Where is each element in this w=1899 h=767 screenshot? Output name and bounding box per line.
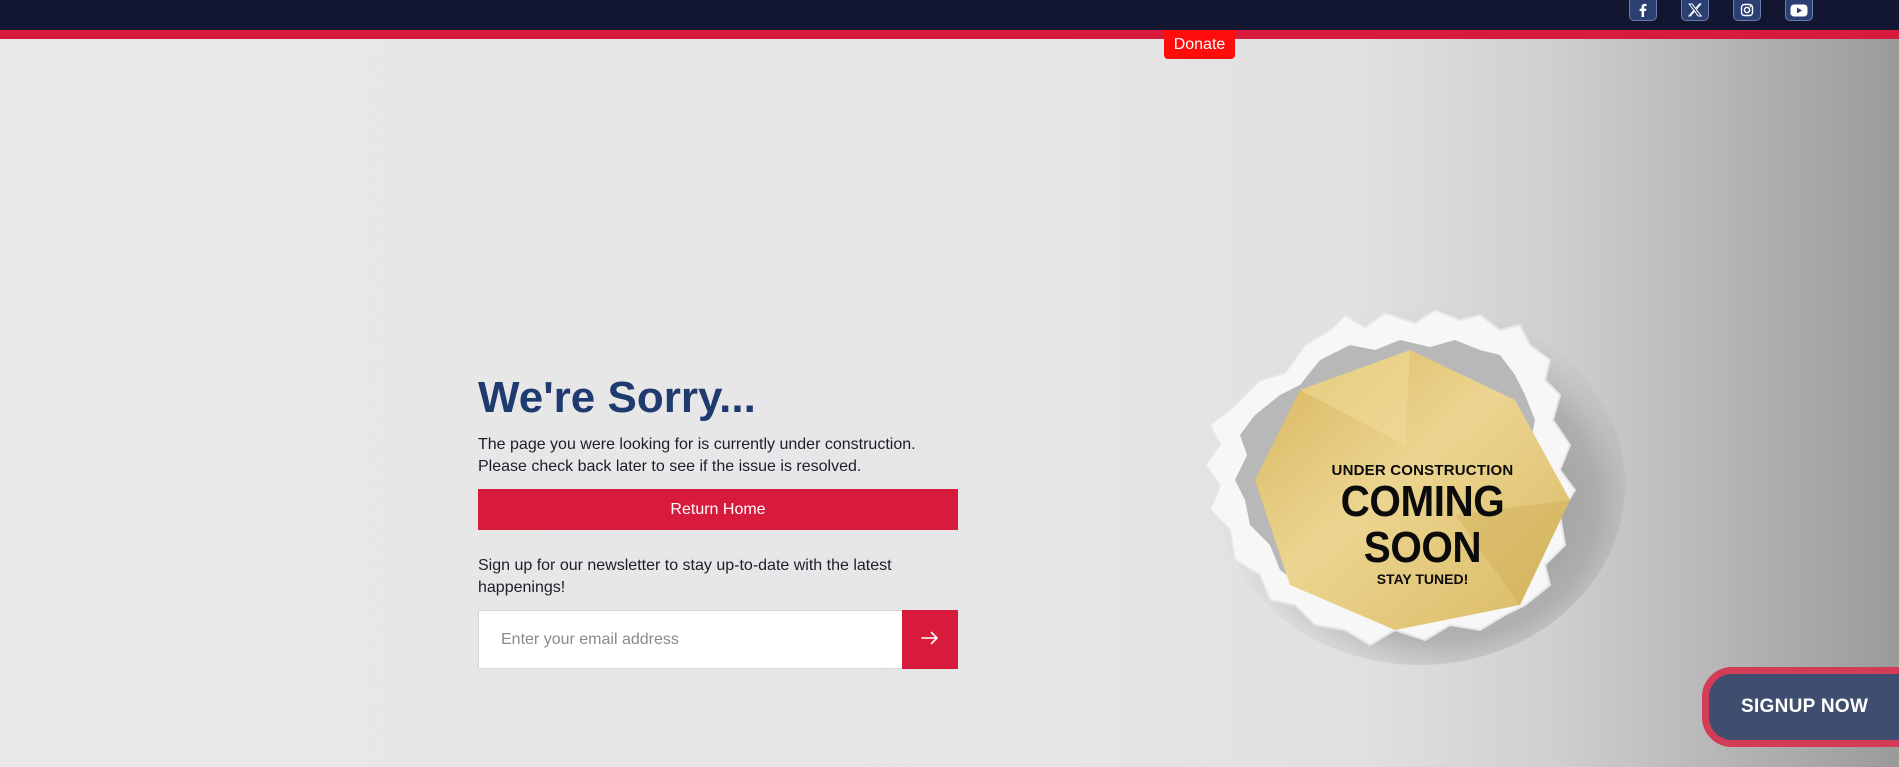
youtube-icon — [1790, 4, 1808, 17]
coming-soon-label: COMING SOON — [1340, 477, 1505, 572]
page-title: We're Sorry... — [478, 373, 756, 422]
accent-stripe — [0, 30, 1899, 39]
instagram-icon — [1740, 3, 1754, 17]
youtube-link[interactable] — [1785, 0, 1813, 21]
facebook-icon — [1637, 3, 1649, 17]
top-bar — [0, 0, 1899, 30]
signup-now-button[interactable]: SIGNUP NOW — [1702, 667, 1899, 747]
email-input[interactable] — [478, 610, 902, 669]
return-home-button[interactable]: Return Home — [478, 489, 958, 530]
instagram-link[interactable] — [1733, 0, 1761, 21]
x-link[interactable] — [1681, 0, 1709, 21]
x-icon — [1688, 3, 1702, 17]
newsletter-submit-button[interactable] — [902, 610, 958, 669]
page-description: The page you were looking for is current… — [478, 436, 916, 475]
stay-tuned-label: STAY TUNED! — [1376, 571, 1469, 587]
arrow-right-icon — [921, 631, 939, 648]
newsletter-text: Sign up for our newsletter to stay up-to… — [478, 557, 892, 596]
coming-soon-text-group: UNDER CONSTRUCTION COMING SOON STAY TUNE… — [1270, 462, 1575, 587]
newsletter-form — [478, 610, 958, 669]
donate-button[interactable]: Donate — [1164, 30, 1235, 59]
facebook-link[interactable] — [1629, 0, 1657, 21]
